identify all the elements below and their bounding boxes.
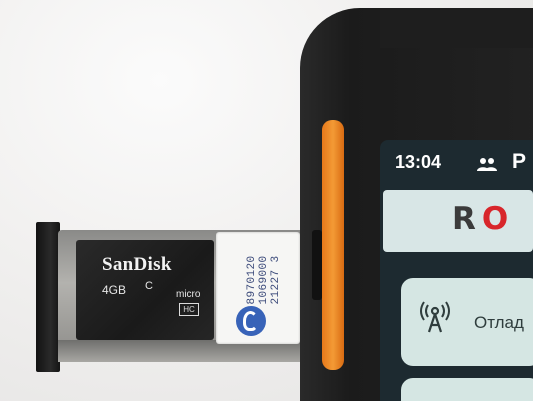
sd-capacity-label: 4GB [102,283,127,297]
status-bar-partial-icon: P [512,150,527,173]
sd-micro-label: micro [176,289,201,300]
phone-side-button[interactable] [312,230,322,300]
antenna-signal-icon [420,301,450,333]
photo-scene: SanDisk 4GB C micro HC 8970120 1069000 2… [0,0,533,401]
phone-orange-bumper [322,120,344,370]
app-logo-prefix: R [452,201,482,237]
sd-speed-class-icon: C [145,280,153,292]
sim-logo-mark [243,311,258,331]
people-icon [477,158,497,171]
app-logo-red-letter: O [481,201,515,237]
app-logo: RO [452,201,514,237]
menu-button-label: Отлад [474,313,524,332]
sd-hc-badge: HC [179,303,199,316]
sim-number-line: 1069000 [258,255,270,305]
status-bar-time: 13:04 [395,152,442,172]
sim-number-line: 21227 3 [270,255,282,305]
menu-button-next[interactable] [401,378,533,401]
sd-brand-label: SanDisk [102,254,172,275]
phone-top-edge [380,8,533,48]
tray-lip [36,222,60,372]
sim-number-block: 8970120 1069000 21227 3 [246,255,282,304]
sim-number-line: 8970120 [246,255,258,305]
